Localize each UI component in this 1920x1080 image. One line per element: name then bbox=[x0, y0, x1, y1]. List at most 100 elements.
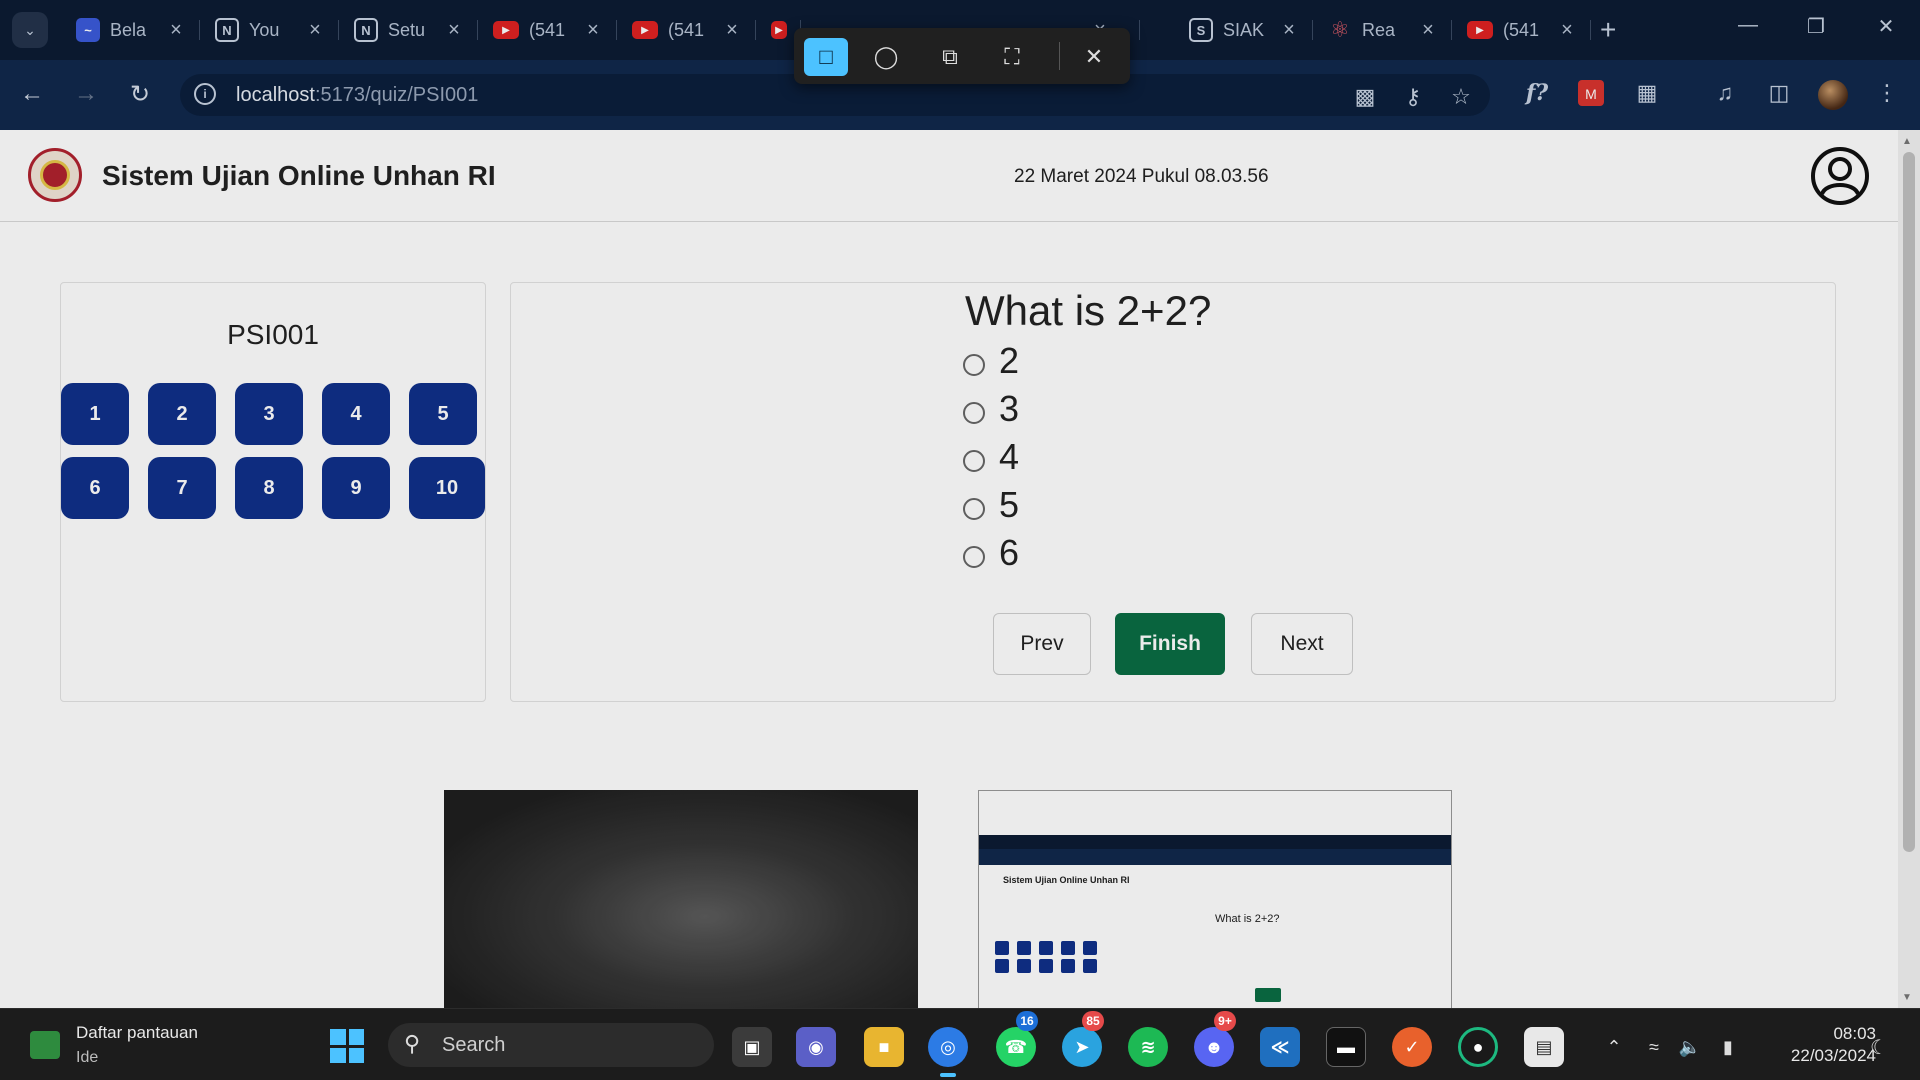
widget-title[interactable]: Daftar pantauan bbox=[76, 1023, 198, 1043]
tab-search-button[interactable]: ⌄ bbox=[12, 12, 48, 48]
formula-extension-icon[interactable]: f? bbox=[1520, 80, 1554, 110]
volume-icon[interactable]: 🔈 bbox=[1676, 1037, 1704, 1058]
close-icon[interactable]: × bbox=[583, 19, 603, 42]
finish-button[interactable]: Finish bbox=[1115, 613, 1225, 675]
radio-button[interactable] bbox=[963, 402, 985, 424]
close-snip-icon[interactable]: ✕ bbox=[1072, 38, 1116, 76]
youtube-icon: ▶ bbox=[1467, 21, 1493, 39]
rectangle-snip-icon[interactable]: □ bbox=[804, 38, 848, 76]
terminal-icon[interactable]: ▬ bbox=[1326, 1027, 1366, 1067]
radio-button[interactable] bbox=[963, 546, 985, 568]
browser-tab[interactable]: S SIAK × bbox=[1175, 10, 1313, 50]
fullscreen-snip-icon[interactable]: ⛶ bbox=[990, 38, 1034, 76]
radio-button[interactable] bbox=[963, 498, 985, 520]
camera-icon[interactable]: ▩ bbox=[1350, 84, 1380, 110]
close-icon[interactable]: × bbox=[305, 19, 325, 42]
restore-icon[interactable]: ❐ bbox=[1796, 14, 1836, 39]
close-window-icon[interactable]: ✕ bbox=[1866, 14, 1906, 39]
page-scrollbar[interactable]: ▲ ▼ bbox=[1898, 130, 1920, 1008]
mendeley-extension-icon[interactable]: M bbox=[1578, 80, 1604, 106]
postman-icon[interactable]: ✓ bbox=[1392, 1027, 1432, 1067]
prev-button[interactable]: Prev bbox=[993, 613, 1091, 675]
scroll-up-icon[interactable]: ▲ bbox=[1902, 136, 1912, 147]
browser-tab[interactable]: ⚛ Rea × bbox=[1314, 10, 1452, 50]
question-number-button[interactable]: 8 bbox=[235, 457, 303, 519]
wifi-icon[interactable]: ≈ bbox=[1640, 1037, 1668, 1058]
notepad-icon[interactable]: ▤ bbox=[1524, 1027, 1564, 1067]
window-snip-icon[interactable]: ⧉ bbox=[928, 38, 972, 76]
freeform-snip-icon[interactable]: ◯ bbox=[864, 38, 908, 76]
minimize-icon[interactable]: — bbox=[1728, 14, 1768, 37]
option-label: 4 bbox=[999, 436, 1020, 477]
system-clock[interactable]: 08:03 22/03/2024 bbox=[1760, 1023, 1876, 1067]
question-number-button[interactable]: 9 bbox=[322, 457, 390, 519]
telegram-icon[interactable]: ➤ bbox=[1062, 1027, 1102, 1067]
bookmark-star-icon[interactable]: ☆ bbox=[1446, 84, 1476, 110]
question-number-button[interactable]: 5 bbox=[409, 383, 477, 445]
radio-button[interactable] bbox=[963, 450, 985, 472]
browser-tab[interactable]: ▶ bbox=[757, 10, 801, 50]
site-info-icon[interactable]: i bbox=[194, 83, 216, 105]
whatsapp-icon[interactable]: ☎ bbox=[996, 1027, 1036, 1067]
windows-start-icon[interactable] bbox=[330, 1029, 364, 1063]
answer-option[interactable]: 2 bbox=[963, 340, 1020, 381]
close-icon[interactable]: × bbox=[722, 19, 742, 42]
clock-time: 08:03 bbox=[1833, 1024, 1876, 1043]
widget-subtitle[interactable]: Ide bbox=[76, 1049, 98, 1067]
forward-icon[interactable]: → bbox=[70, 80, 102, 108]
close-icon[interactable]: × bbox=[1557, 19, 1577, 42]
radio-button[interactable] bbox=[963, 354, 985, 376]
scroll-thumb[interactable] bbox=[1903, 152, 1915, 852]
browser-tab[interactable]: ▶ (541 × bbox=[1453, 10, 1591, 50]
task-view-icon[interactable]: ▣ bbox=[732, 1027, 772, 1067]
close-icon[interactable]: × bbox=[1279, 19, 1299, 42]
spotify-icon[interactable]: ≋ bbox=[1128, 1027, 1168, 1067]
browser-tab[interactable]: N You × bbox=[201, 10, 339, 50]
user-profile-icon[interactable] bbox=[1810, 146, 1870, 206]
reload-icon[interactable]: ↻ bbox=[124, 80, 156, 109]
taskbar-search[interactable]: ⚲ Search bbox=[388, 1023, 714, 1067]
browser-tab[interactable]: ~ Bela × bbox=[62, 10, 200, 50]
scroll-down-icon[interactable]: ▼ bbox=[1902, 992, 1912, 1003]
answer-option[interactable]: 3 bbox=[963, 388, 1019, 429]
focus-moon-icon[interactable]: ☾ bbox=[1870, 1035, 1888, 1060]
battery-icon[interactable]: ▮ bbox=[1714, 1037, 1742, 1058]
side-panel-icon[interactable]: ◫ bbox=[1762, 80, 1796, 110]
tray-chevron-icon[interactable]: ⌃ bbox=[1600, 1037, 1628, 1058]
chrome-icon[interactable]: ◎ bbox=[928, 1027, 968, 1077]
question-number-button[interactable]: 2 bbox=[148, 383, 216, 445]
option-label: 2 bbox=[999, 340, 1020, 381]
browser-tab[interactable]: ▶ (541 × bbox=[618, 10, 756, 50]
close-icon[interactable]: × bbox=[1418, 19, 1438, 42]
question-number-button[interactable]: 1 bbox=[61, 383, 129, 445]
file-explorer-icon[interactable]: ■ bbox=[864, 1027, 904, 1067]
browser-tab[interactable]: N Setu × bbox=[340, 10, 478, 50]
question-number-button[interactable]: 4 bbox=[322, 383, 390, 445]
teams-chat-icon[interactable]: ◉ bbox=[796, 1027, 836, 1067]
kebab-menu-icon[interactable]: ⋮ bbox=[1870, 80, 1904, 110]
answer-option[interactable]: 6 bbox=[963, 532, 1019, 573]
back-icon[interactable]: ← bbox=[16, 80, 48, 108]
answer-option[interactable]: 5 bbox=[963, 484, 1020, 525]
preview-title: Sistem Ujian Online Unhan RI bbox=[1003, 875, 1130, 885]
new-tab-button[interactable]: + bbox=[1600, 14, 1616, 46]
question-number-button[interactable]: 3 bbox=[235, 383, 303, 445]
close-icon[interactable]: × bbox=[444, 19, 464, 42]
obs-record-icon[interactable]: ● bbox=[1458, 1027, 1498, 1067]
option-label: 5 bbox=[999, 484, 1020, 525]
next-button[interactable]: Next bbox=[1251, 613, 1353, 675]
question-number-button[interactable]: 10 bbox=[409, 457, 485, 519]
watchlist-icon[interactable] bbox=[30, 1031, 60, 1059]
extensions-puzzle-icon[interactable]: ▦ bbox=[1630, 80, 1664, 110]
discord-icon[interactable]: ☻ bbox=[1194, 1027, 1234, 1067]
browser-tab[interactable]: ▶ (541 × bbox=[479, 10, 617, 50]
question-number-button[interactable]: 7 bbox=[148, 457, 216, 519]
question-number-button[interactable]: 6 bbox=[61, 457, 129, 519]
key-icon[interactable]: ⚷ bbox=[1398, 84, 1428, 110]
profile-avatar[interactable] bbox=[1818, 80, 1848, 110]
vscode-icon[interactable]: ≪ bbox=[1260, 1027, 1300, 1067]
notion-icon: N bbox=[215, 18, 239, 42]
media-control-icon[interactable]: ♫ bbox=[1708, 80, 1742, 110]
close-icon[interactable]: × bbox=[166, 19, 186, 42]
answer-option[interactable]: 4 bbox=[963, 436, 1020, 477]
